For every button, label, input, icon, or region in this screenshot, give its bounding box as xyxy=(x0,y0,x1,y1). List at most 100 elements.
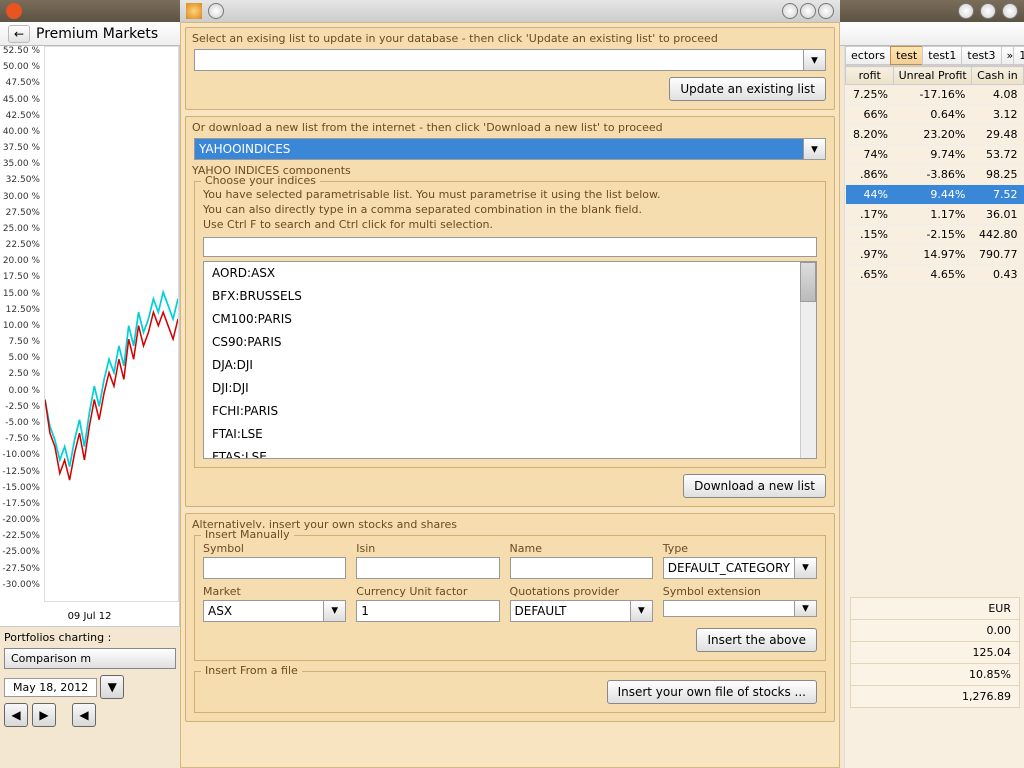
maximize-icon[interactable] xyxy=(980,3,996,19)
table-row[interactable]: 44%9.44%7.52 xyxy=(846,185,1024,205)
indices-filter-input[interactable] xyxy=(203,237,817,257)
scrollbar-thumb[interactable] xyxy=(800,262,816,302)
calendar-icon[interactable]: ▼ xyxy=(100,675,124,699)
market-label: Market xyxy=(203,585,346,598)
existing-list-input[interactable] xyxy=(194,49,804,71)
prev-button[interactable]: ◀ xyxy=(4,703,28,727)
y-axis: 52.50 %50.00 %47.50%45.00 %42.50%40.00 %… xyxy=(0,46,44,602)
para-line: You have selected parametrisable list. Y… xyxy=(203,188,817,203)
list-item[interactable]: CM100:PARIS xyxy=(204,308,816,331)
tab-test[interactable]: test xyxy=(890,46,923,65)
table-row[interactable]: 8.20%23.20%29.48 xyxy=(846,125,1024,145)
list-item[interactable]: FTAS:LSE xyxy=(204,446,816,459)
dialog-close-icon[interactable] xyxy=(818,3,834,19)
table-row[interactable]: .17%1.17%36.01 xyxy=(846,205,1024,225)
charting-label: Portfolios charting : xyxy=(4,631,176,644)
total-c: 125.04 xyxy=(850,641,1020,664)
chart-plot xyxy=(44,46,179,602)
type-value: DEFAULT_CATEGORY xyxy=(663,557,795,579)
market-select[interactable]: ASX ▾ xyxy=(203,600,346,622)
scroll-left-button[interactable]: ◀ xyxy=(72,703,96,727)
type-select[interactable]: DEFAULT_CATEGORY ▾ xyxy=(663,557,817,579)
ext-label: Symbol extension xyxy=(663,585,817,598)
list-item[interactable]: DJI:DJI xyxy=(204,377,816,400)
table-row[interactable]: 66%0.64%3.12 xyxy=(846,105,1024,125)
list-item[interactable]: FCHI:PARIS xyxy=(204,400,816,423)
dialog-maximize-icon[interactable] xyxy=(800,3,816,19)
scrollbar[interactable] xyxy=(800,262,816,458)
totals-panel: EUR 0.00 125.04 10.85% 1,276.89 xyxy=(850,598,1020,708)
provider-value[interactable]: YAHOOINDICES xyxy=(194,138,804,160)
list-item[interactable]: CS90:PARIS xyxy=(204,331,816,354)
symbol-input[interactable] xyxy=(203,557,346,579)
download-panel: Or download a new list from the internet… xyxy=(185,116,835,507)
insert-above-button[interactable]: Insert the above xyxy=(696,628,817,652)
date-field[interactable]: May 18, 2012 xyxy=(4,678,97,697)
para-line: You can also directly type in a comma se… xyxy=(203,203,817,218)
table-row[interactable]: .97%14.97%790.77 xyxy=(846,245,1024,265)
chevron-down-icon[interactable]: ▾ xyxy=(631,600,653,622)
total-e: 1,276.89 xyxy=(850,685,1020,708)
list-item[interactable]: DJA:DJI xyxy=(204,354,816,377)
existing-list-combo[interactable]: ▾ xyxy=(194,49,826,71)
qprov-select[interactable]: DEFAULT ▾ xyxy=(510,600,653,622)
tab-ectors[interactable]: ectors xyxy=(845,46,891,65)
chevron-down-icon[interactable]: ▾ xyxy=(804,138,826,160)
col-profit[interactable]: rofit xyxy=(846,67,894,85)
isin-label: Isin xyxy=(356,542,499,555)
close-icon[interactable] xyxy=(1002,3,1018,19)
list-item[interactable]: AORD:ASX xyxy=(204,262,816,285)
choose-indices-fieldset: Choose your indices You have selected pa… xyxy=(194,181,826,468)
insert-file-button[interactable]: Insert your own file of stocks ... xyxy=(607,680,817,704)
update-existing-list-button[interactable]: Update an existing list xyxy=(669,77,826,101)
dialog-titlebar xyxy=(180,0,840,22)
chart-area: 52.50 %50.00 %47.50%45.00 %42.50%40.00 %… xyxy=(0,46,180,626)
table-row[interactable]: 7.25%-17.16%4.08 xyxy=(846,85,1024,105)
comparison-mode-button[interactable]: Comparison m xyxy=(4,648,176,669)
currency-label: Currency Unit factor xyxy=(356,585,499,598)
download-title: Or download a new list from the internet… xyxy=(192,121,826,134)
back-arrow-icon[interactable]: ← xyxy=(8,25,30,43)
chevron-down-icon[interactable]: ▾ xyxy=(324,600,346,622)
portfolio-tabs: ectors test test1 test3 »17 xyxy=(845,46,1024,66)
total-b: 0.00 xyxy=(850,619,1020,642)
ubuntu-logo-icon xyxy=(6,3,22,19)
list-item[interactable]: BFX:BRUSSELS xyxy=(204,285,816,308)
minimize-icon[interactable] xyxy=(958,3,974,19)
currency-input[interactable] xyxy=(356,600,499,622)
indices-listbox[interactable]: AORD:ASXBFX:BRUSSELSCM100:PARISCS90:PARI… xyxy=(203,261,817,459)
tab-test1[interactable]: test1 xyxy=(922,46,962,65)
ext-value xyxy=(663,600,795,617)
chevron-down-icon[interactable]: ▾ xyxy=(804,49,826,71)
stock-list-dialog: Select an exising list to update in your… xyxy=(180,22,840,768)
col-unreal-profit[interactable]: Unreal Profit xyxy=(894,67,971,85)
ext-select[interactable]: ▾ xyxy=(663,600,817,617)
total-d: 10.85% xyxy=(850,663,1020,686)
list-item[interactable]: FTAI:LSE xyxy=(204,423,816,446)
dialog-minimize-icon[interactable] xyxy=(782,3,798,19)
tab-test3[interactable]: test3 xyxy=(961,46,1001,65)
table-row[interactable]: .65%4.65%0.43 xyxy=(846,265,1024,285)
provider-combo[interactable]: YAHOOINDICES ▾ xyxy=(194,138,826,160)
name-label: Name xyxy=(510,542,653,555)
chevron-down-icon[interactable]: ▾ xyxy=(795,600,817,617)
insert-from-file-fieldset: Insert From a file Insert your own file … xyxy=(194,671,826,713)
table-row[interactable]: 74%9.74%53.72 xyxy=(846,145,1024,165)
market-value: ASX xyxy=(203,600,324,622)
isin-input[interactable] xyxy=(356,557,499,579)
name-input[interactable] xyxy=(510,557,653,579)
download-new-list-button[interactable]: Download a new list xyxy=(683,474,826,498)
table-row[interactable]: .15%-2.15%442.80 xyxy=(846,225,1024,245)
update-existing-title: Select an exising list to update in your… xyxy=(192,32,826,45)
table-row[interactable]: .86%-3.86%98.25 xyxy=(846,165,1024,185)
tab-more[interactable]: »17 xyxy=(1001,46,1024,65)
portfolio-table: rofit Unreal Profit Cash in 7.25%-17.16%… xyxy=(845,66,1024,285)
chevron-down-icon[interactable]: ▾ xyxy=(795,557,817,579)
next-button[interactable]: ▶ xyxy=(32,703,56,727)
update-existing-panel: Select an exising list to update in your… xyxy=(185,27,835,110)
choose-indices-legend: Choose your indices xyxy=(201,174,320,187)
x-axis-label: 09 Jul 12 xyxy=(0,611,179,622)
dialog-roll-icon[interactable] xyxy=(208,3,224,19)
col-cash-in[interactable]: Cash in xyxy=(971,67,1023,85)
para-line: Use Ctrl F to search and Ctrl click for … xyxy=(203,218,817,233)
